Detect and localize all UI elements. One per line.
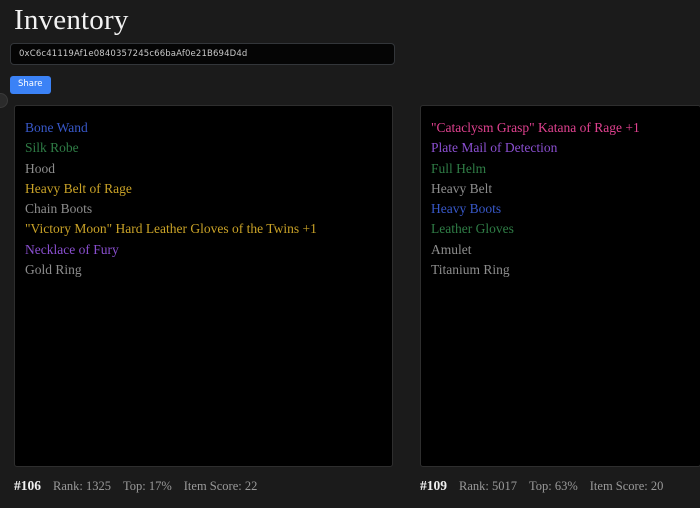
rank-value: Rank: 5017 — [459, 479, 517, 494]
top-percent: Top: 17% — [123, 479, 172, 494]
inventory-item[interactable]: Bone Wand — [25, 118, 392, 138]
share-button[interactable]: Share — [10, 76, 51, 94]
item-list-left: Bone WandSilk RobeHoodHeavy Belt of Rage… — [25, 118, 392, 280]
stat-bars: #106 Rank: 1325 Top: 17% Item Score: 22 … — [0, 478, 700, 494]
stat-bar-right: #109 Rank: 5017 Top: 63% Item Score: 20 — [420, 478, 700, 494]
item-list-right: "Cataclysm Grasp" Katana of Rage +1Plate… — [431, 118, 700, 280]
share-row: Share — [0, 65, 700, 94]
inventory-item[interactable]: Gold Ring — [25, 260, 392, 280]
inventory-item[interactable]: Necklace of Fury — [25, 240, 392, 260]
inventory-item[interactable]: Heavy Belt — [431, 179, 700, 199]
stat-bar-left: #106 Rank: 1325 Top: 17% Item Score: 22 — [14, 478, 393, 494]
inventory-item[interactable]: Full Helm — [431, 159, 700, 179]
inventory-panel-left: Bone WandSilk RobeHoodHeavy Belt of Rage… — [14, 105, 393, 467]
inventory-item[interactable]: Silk Robe — [25, 138, 392, 158]
address-row — [0, 38, 700, 65]
inventory-item[interactable]: Leather Gloves — [431, 219, 700, 239]
inventory-item[interactable]: Heavy Boots — [431, 199, 700, 219]
rank-value: Rank: 1325 — [53, 479, 111, 494]
inventory-item[interactable]: Hood — [25, 159, 392, 179]
inventory-item[interactable]: Amulet — [431, 240, 700, 260]
item-score: Item Score: 22 — [184, 479, 258, 494]
inventory-item[interactable]: "Victory Moon" Hard Leather Gloves of th… — [25, 219, 392, 239]
inventory-item[interactable]: Titanium Ring — [431, 260, 700, 280]
item-score: Item Score: 20 — [590, 479, 664, 494]
page-title: Inventory — [0, 0, 700, 38]
inventory-item[interactable]: Plate Mail of Detection — [431, 138, 700, 158]
inventory-panel-right: "Cataclysm Grasp" Katana of Rage +1Plate… — [420, 105, 700, 467]
rank-id: #109 — [420, 478, 447, 494]
rank-id: #106 — [14, 478, 41, 494]
inventory-item[interactable]: Chain Boots — [25, 199, 392, 219]
inventory-panels: Bone WandSilk RobeHoodHeavy Belt of Rage… — [0, 105, 700, 467]
top-percent: Top: 63% — [529, 479, 578, 494]
inventory-item[interactable]: "Cataclysm Grasp" Katana of Rage +1 — [431, 118, 700, 138]
wallet-address-input[interactable] — [10, 43, 395, 65]
inventory-item[interactable]: Heavy Belt of Rage — [25, 179, 392, 199]
